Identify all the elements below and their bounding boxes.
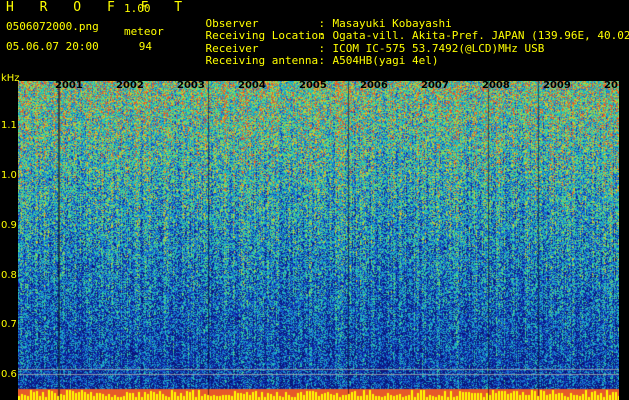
year-label: 2008: [482, 80, 510, 91]
spectrogram-display: [18, 81, 619, 400]
info-value: A504HB(yagi 4el): [332, 54, 439, 67]
year-label: 2009: [543, 80, 571, 91]
filename-label: 0506072000.png: [6, 20, 99, 33]
y-tick-label: 0.7: [1, 319, 17, 330]
y-axis-unit: kHz: [1, 73, 20, 84]
info-label: Receiving antenna: [205, 54, 319, 67]
version-label: 1.00: [124, 2, 151, 15]
header-title: H R O F F T: [6, 0, 192, 15]
year-label: 2004: [238, 80, 266, 91]
meteor-label: meteor: [124, 25, 164, 38]
y-tick-label: 1.0: [1, 170, 17, 181]
meteor-count: 94: [138, 40, 152, 53]
info-separator: :: [318, 54, 326, 67]
y-tick-label: 0.9: [1, 220, 17, 231]
year-label: 2001: [55, 80, 83, 91]
year-label: 2010: [604, 80, 629, 91]
year-label: 2005: [299, 80, 327, 91]
year-label: 2007: [421, 80, 449, 91]
year-label: 2006: [360, 80, 388, 91]
year-label: 2002: [116, 80, 144, 91]
year-label: 2003: [177, 80, 205, 91]
y-tick-label: 0.6: [1, 369, 17, 380]
y-tick-label: 0.8: [1, 270, 17, 281]
datetime-label: 05.06.07 20:00: [6, 40, 99, 53]
info-row-antenna: Receiving antenna: A504HB(yagi 4el): [179, 41, 439, 80]
y-tick-label: 1.1: [1, 120, 17, 131]
